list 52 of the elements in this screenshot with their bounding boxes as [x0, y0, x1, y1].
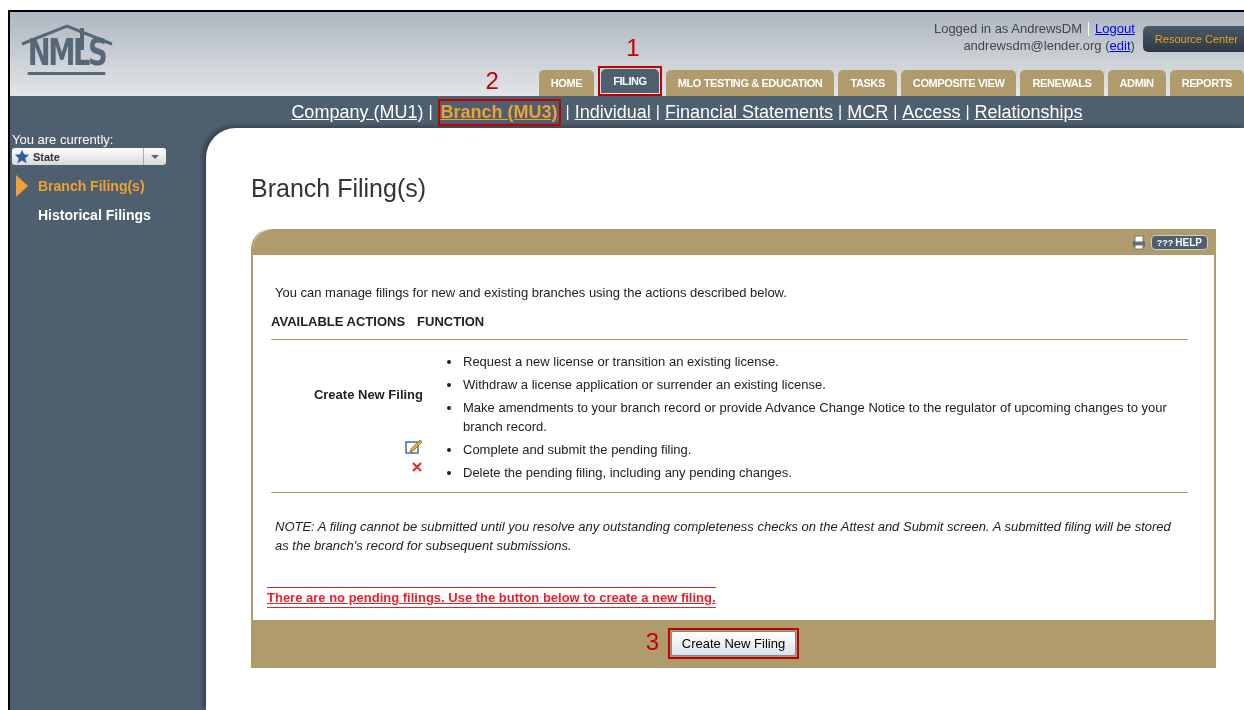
logo: NMLS — [20, 22, 114, 96]
edit-link[interactable]: edit — [1109, 37, 1131, 54]
callout-number: 3 — [645, 629, 660, 654]
bullet-icon — [447, 406, 451, 410]
create-new-filing-button[interactable]: Create New Filing — [670, 630, 797, 656]
function-text: Delete the pending filing, including any pending changes. — [463, 464, 792, 482]
sidebar-item[interactable]: Branch Filing(s) — [12, 175, 198, 197]
subnav-link[interactable]: Access — [902, 101, 961, 123]
nav-tab[interactable]: FILING — [601, 69, 659, 93]
function-text: Make amendments to your branch record or provide Advance Change Notice to the regulator of upcoming changes to your branch record. — [463, 399, 1168, 436]
subnav-link[interactable]: Company (MU1) — [291, 101, 424, 123]
bullet-icon — [447, 448, 451, 452]
function-text: Complete and submit the pending filing. — [463, 441, 692, 459]
no-filings-message: There are no pending filings. Use the button below to create a new filing. — [267, 587, 716, 608]
resource-center-button[interactable]: Resource Center — [1142, 26, 1244, 52]
subnav-link[interactable]: MCR — [847, 101, 889, 123]
callout-number: 2 — [485, 68, 499, 93]
column-header: FUNCTION — [417, 314, 485, 329]
separator-text: | — [565, 103, 570, 121]
logged-in-text: Logged in as AndrewsDM — [933, 20, 1083, 37]
page-title: Branch Filing(s) — [251, 174, 428, 203]
function-text: Withdraw a license application or surrender an existing license. — [463, 376, 826, 394]
function-text: Request a new license or transition an existing license. — [463, 353, 779, 371]
intro-text: You can manage filings for new and existing branches using the actions described below. — [275, 285, 788, 300]
printer-icon[interactable] — [1130, 234, 1147, 250]
separator-text: | — [428, 103, 433, 121]
action-text: Create New Filing — [313, 386, 423, 402]
separator-text: | — [965, 103, 970, 121]
help-button[interactable]: ??? HELP — [1150, 234, 1208, 250]
email-text: ) — [1130, 37, 1135, 54]
note-text: NOTE: A filing cannot be submitted until you resolve any outstanding completeness checks on the Attest and Submit screen. A submitted filing will be stored as the branch's record for subsequent submissions. — [275, 518, 1172, 555]
sidebar-item[interactable]: Historical Filings — [12, 207, 198, 223]
bullet-icon — [447, 360, 451, 364]
subnav-link[interactable]: Individual — [574, 101, 651, 123]
context-label: You are currently: — [12, 132, 115, 147]
edit-icon[interactable] — [405, 438, 423, 454]
logout-link[interactable]: Logout — [1095, 20, 1135, 37]
star-icon — [14, 149, 30, 164]
callout-number: 1 — [626, 36, 640, 60]
subnav-link[interactable]: Relationships — [974, 101, 1083, 123]
pointer-arrow-icon — [16, 175, 28, 197]
bullet-icon — [447, 471, 451, 475]
column-header: AVAILABLE ACTIONS — [271, 314, 406, 329]
subnav-link[interactable]: Branch (MU3) — [440, 101, 558, 123]
separator-text: | — [893, 103, 898, 121]
email-text: andrewsdm@lender.org ( — [963, 37, 1110, 54]
delete-icon[interactable] — [411, 461, 423, 473]
separator-text: | — [838, 103, 843, 121]
bullet-icon — [447, 383, 451, 387]
context-select[interactable]: State — [12, 148, 166, 165]
subnav-link[interactable]: Financial Statements — [664, 101, 834, 123]
separator-text: | — [655, 103, 660, 121]
